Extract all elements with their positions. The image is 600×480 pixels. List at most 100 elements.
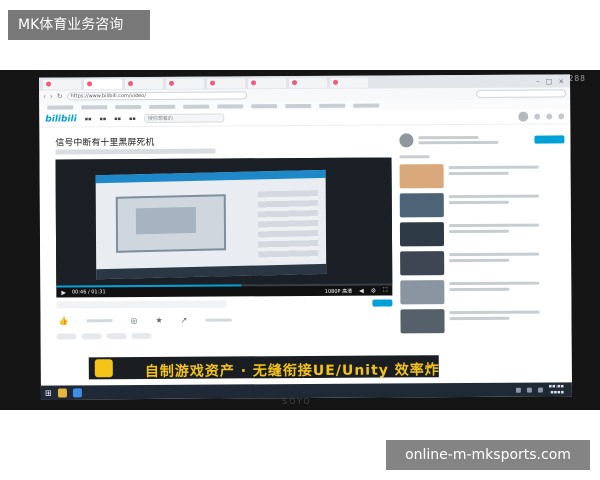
history-icon[interactable]	[546, 112, 553, 120]
video-time: 00:46 / 01:31	[71, 289, 106, 296]
upload-icon[interactable]	[558, 112, 565, 119]
bookmark-item[interactable]	[217, 103, 244, 109]
bookmark-item[interactable]	[149, 104, 176, 109]
like-icon[interactable]: 👍	[58, 316, 68, 325]
video-tag[interactable]	[56, 333, 77, 340]
recommend-item[interactable]	[399, 163, 565, 190]
player-controls: ▶ 00:46 / 01:31 1080P 高清 ◀ ⚙ ⛶	[56, 285, 392, 297]
windows-start-icon[interactable]: ⊞	[45, 388, 52, 397]
danmaku-input[interactable]	[56, 299, 227, 309]
forward-icon[interactable]: ›	[50, 93, 53, 101]
recommend-item[interactable]	[399, 192, 565, 219]
uploader-card	[399, 128, 565, 151]
video-meta	[55, 148, 216, 155]
bookmark-item[interactable]	[251, 103, 278, 108]
tray-icon[interactable]	[526, 387, 532, 393]
recommend-title	[449, 252, 540, 257]
browser-tab[interactable]	[330, 77, 369, 88]
site-nav-link[interactable]: ▪▪	[114, 116, 121, 122]
bookmark-item[interactable]	[285, 103, 312, 108]
danmaku-send-button[interactable]	[372, 298, 393, 307]
recommend-meta	[448, 229, 509, 234]
recommend-header	[399, 150, 564, 161]
share-icon[interactable]: ↗	[181, 315, 188, 324]
browser-tab[interactable]	[248, 77, 287, 88]
close-icon[interactable]: ×	[558, 77, 564, 85]
back-icon[interactable]: ‹	[43, 93, 46, 101]
nested-taskbar	[96, 263, 327, 280]
recommend-item[interactable]	[400, 308, 565, 335]
star-icon[interactable]: ★	[155, 315, 162, 324]
tray-icon[interactable]	[537, 387, 543, 393]
ad-banner[interactable]: 自制游戏资产 · 无缝衔接UE/Unity 效率炸裂	[88, 355, 439, 380]
recommend-item[interactable]	[400, 250, 565, 277]
browser-tab[interactable]	[166, 78, 205, 89]
tray-icon[interactable]	[515, 387, 521, 393]
recommend-title	[448, 223, 539, 228]
video-frame[interactable]	[55, 157, 393, 286]
minimize-icon[interactable]: –	[536, 77, 540, 85]
browser-tab[interactable]	[43, 78, 82, 90]
video-tag[interactable]	[81, 333, 102, 340]
recommend-meta	[449, 287, 510, 292]
recommend-title	[449, 310, 540, 315]
bookmark-item[interactable]	[47, 104, 74, 110]
recommend-item[interactable]	[400, 279, 565, 306]
quality-selector[interactable]: 1080P 高清	[325, 287, 352, 294]
taskbar-app-icon[interactable]	[72, 387, 82, 397]
site-nav-link[interactable]: ▪▪	[99, 116, 106, 122]
coin-icon[interactable]: ◎	[130, 316, 137, 325]
site-search-input[interactable]: 搜你想看的	[143, 113, 224, 123]
video-tag[interactable]	[131, 332, 152, 340]
browser-tab[interactable]	[207, 77, 246, 89]
site-header-right	[518, 111, 565, 122]
refresh-icon[interactable]: ↻	[57, 92, 63, 100]
video-actions: 👍 ◎ ★ ↗	[56, 311, 392, 327]
recommend-text	[448, 164, 539, 176]
taskbar-app-icon[interactable]	[57, 387, 67, 398]
banner-logo-icon	[94, 359, 113, 378]
bookmark-item[interactable]	[319, 103, 346, 108]
follow-button[interactable]	[534, 135, 565, 144]
recommend-thumbnail	[400, 309, 445, 334]
browser-tab-active[interactable]	[84, 78, 123, 89]
browser-tab[interactable]	[289, 77, 328, 88]
like-count	[86, 318, 113, 322]
monitor-brand: SOYO	[282, 397, 312, 406]
uploader-name[interactable]	[418, 135, 479, 140]
photo-stage: MK体育业务咨询 H288 SOYO – □ × ‹ › ↻ https://w…	[0, 0, 600, 480]
site-logo[interactable]: bilibili	[45, 114, 76, 124]
recommend-sidebar	[399, 128, 565, 339]
nested-header-bar	[95, 169, 326, 184]
recommend-item[interactable]	[399, 221, 565, 248]
maximize-icon[interactable]: □	[546, 77, 553, 85]
system-tray: ▪▪:▪▪ ▪▪▪▪	[515, 383, 568, 396]
play-icon[interactable]: ▶	[61, 289, 66, 296]
bookmark-item[interactable]	[115, 104, 142, 109]
volume-icon[interactable]: ◀	[359, 287, 364, 294]
url-field[interactable]: https://www.bilibili.com/video/	[66, 91, 247, 101]
video-player[interactable]: ▶ 00:46 / 01:31 1080P 高清 ◀ ⚙ ⛶	[55, 157, 393, 298]
bookmark-item[interactable]	[81, 104, 108, 109]
bookmark-item[interactable]	[183, 104, 210, 109]
uploader-info	[418, 135, 499, 145]
settings-icon[interactable]: ⚙	[371, 287, 376, 294]
taskbar-clock: ▪▪:▪▪ ▪▪▪▪	[548, 383, 564, 396]
browser-search-field[interactable]	[476, 89, 567, 98]
video-tag[interactable]	[106, 333, 127, 340]
recommend-thumbnail	[399, 222, 445, 247]
user-avatar[interactable]	[518, 111, 529, 122]
site-nav-link[interactable]: ▪▪	[129, 116, 136, 122]
player-controls-right: 1080P 高清 ◀ ⚙ ⛶	[325, 287, 388, 295]
fullscreen-icon[interactable]: ⛶	[383, 287, 387, 295]
uploader-avatar[interactable]	[399, 133, 414, 148]
message-icon[interactable]	[534, 113, 541, 120]
site-nav-link[interactable]: ▪▪	[85, 116, 92, 122]
recommend-title	[448, 194, 539, 199]
recommend-text	[449, 280, 540, 292]
nested-sidebar	[257, 190, 319, 262]
video-page: 信号中断有十里黑屏死机 ▶ 00:46 / 01:31 1080P 高清 ◀ ⚙…	[39, 124, 572, 390]
bookmark-item[interactable]	[353, 103, 380, 108]
danmaku-row	[56, 297, 393, 309]
browser-tab[interactable]	[125, 78, 164, 89]
